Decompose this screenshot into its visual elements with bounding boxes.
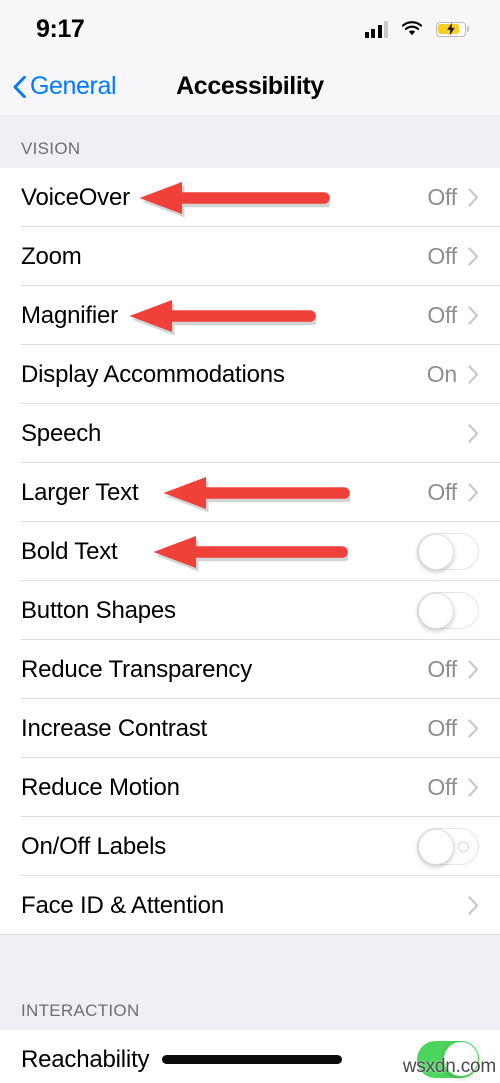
list-item[interactable]: Display Accommodations On <box>0 345 500 404</box>
toggle-knob <box>418 533 454 570</box>
toggle-knob <box>443 1041 479 1078</box>
chevron-right-icon <box>468 719 479 738</box>
status-time: 9:17 <box>36 14 85 43</box>
list-item-label: Zoom <box>21 242 82 270</box>
list-item-accessory <box>468 896 479 915</box>
list-item[interactable]: VoiceOver Off <box>0 168 500 227</box>
list-item[interactable]: Face ID & Attention <box>0 876 500 935</box>
chevron-left-icon <box>13 75 26 98</box>
wifi-icon <box>401 21 423 37</box>
list-item-value: Off <box>427 184 457 210</box>
list-item-accessory: Off <box>427 656 479 683</box>
toggle-knob <box>418 592 454 629</box>
list-item[interactable]: Speech <box>0 404 500 463</box>
list-item-label: Increase Contrast <box>21 714 208 742</box>
iphone-screen: 9:17 General Accessibility VISION VoiceO… <box>0 0 500 1083</box>
list-item-accessory <box>417 1041 479 1078</box>
list-item-value: Off <box>427 479 457 505</box>
chevron-right-icon <box>468 247 479 266</box>
chevron-right-icon <box>468 306 479 325</box>
back-button-label: General <box>30 72 117 100</box>
list-item[interactable]: Larger Text Off <box>0 463 500 522</box>
list-item-label: Larger Text <box>21 478 139 506</box>
list-item[interactable]: Zoom Off <box>0 227 500 286</box>
list-item-accessory <box>417 592 479 629</box>
list-item-label: Reachability <box>21 1045 150 1073</box>
section-header: VISION <box>0 115 500 168</box>
settings-group: VoiceOver Off Zoom Off Magnifier Off Display A… <box>0 168 500 935</box>
list-item-value: Off <box>427 302 457 328</box>
list-item-value: Off <box>427 243 457 269</box>
list-item-accessory: Off <box>427 479 479 506</box>
status-icons <box>364 20 470 38</box>
list-item[interactable]: Reachability <box>0 1030 500 1083</box>
list-item-value: Off <box>427 656 457 682</box>
toggle-switch[interactable] <box>417 1041 479 1078</box>
chevron-right-icon <box>468 896 479 915</box>
settings-list: VISION VoiceOver Off Zoom Off Magnifier Off Dis… <box>0 115 500 1083</box>
toggle-off-label-icon <box>458 841 469 852</box>
list-item[interactable]: Magnifier Off <box>0 286 500 345</box>
toggle-switch[interactable] <box>417 533 479 570</box>
toggle-knob <box>418 828 454 865</box>
list-item-label: Bold Text <box>21 537 118 565</box>
status-bar: 9:17 <box>0 0 500 58</box>
section-header: INTERACTION <box>0 977 500 1030</box>
list-item-accessory <box>468 424 479 443</box>
chevron-right-icon <box>468 483 479 502</box>
section-gap <box>0 935 500 977</box>
list-item-value: Off <box>427 774 457 800</box>
list-item[interactable]: Bold Text <box>0 522 500 581</box>
cellular-signal-icon <box>364 20 388 38</box>
list-item-label: On/Off Labels <box>21 832 167 860</box>
list-item-accessory: Off <box>427 184 479 211</box>
chevron-right-icon <box>468 365 479 384</box>
settings-group: Reachability <box>0 1030 500 1083</box>
list-item-label: Speech <box>21 419 102 447</box>
list-item-label: Face ID & Attention <box>21 891 224 919</box>
chevron-right-icon <box>468 660 479 679</box>
list-item-label: Reduce Motion <box>21 773 180 801</box>
list-item-label: Reduce Transparency <box>21 655 252 683</box>
list-item-label: Display Accommodations <box>21 360 285 388</box>
toggle-switch[interactable] <box>417 592 479 629</box>
list-item-value: Off <box>427 715 457 741</box>
list-item-value: On <box>426 361 457 387</box>
battery-charging-icon <box>436 21 470 37</box>
list-item-label: Button Shapes <box>21 596 176 624</box>
chevron-right-icon <box>468 424 479 443</box>
list-item[interactable]: On/Off Labels <box>0 817 500 876</box>
list-item[interactable]: Button Shapes <box>0 581 500 640</box>
chevron-right-icon <box>468 778 479 797</box>
list-item-label: VoiceOver <box>21 183 130 211</box>
list-item-label: Magnifier <box>21 301 118 329</box>
list-item-accessory <box>417 533 479 570</box>
navigation-bar: General Accessibility <box>0 58 500 115</box>
list-item-accessory: On <box>427 361 479 388</box>
list-item-accessory: Off <box>427 715 479 742</box>
chevron-right-icon <box>468 188 479 207</box>
list-item-accessory <box>417 828 479 865</box>
list-item[interactable]: Increase Contrast Off <box>0 699 500 758</box>
list-item-accessory: Off <box>427 774 479 801</box>
list-item-accessory: Off <box>427 243 479 270</box>
toggle-switch[interactable] <box>417 828 479 865</box>
back-button[interactable]: General <box>0 72 117 101</box>
list-item-accessory: Off <box>427 302 479 329</box>
list-item[interactable]: Reduce Motion Off <box>0 758 500 817</box>
list-item[interactable]: Reduce Transparency Off <box>0 640 500 699</box>
